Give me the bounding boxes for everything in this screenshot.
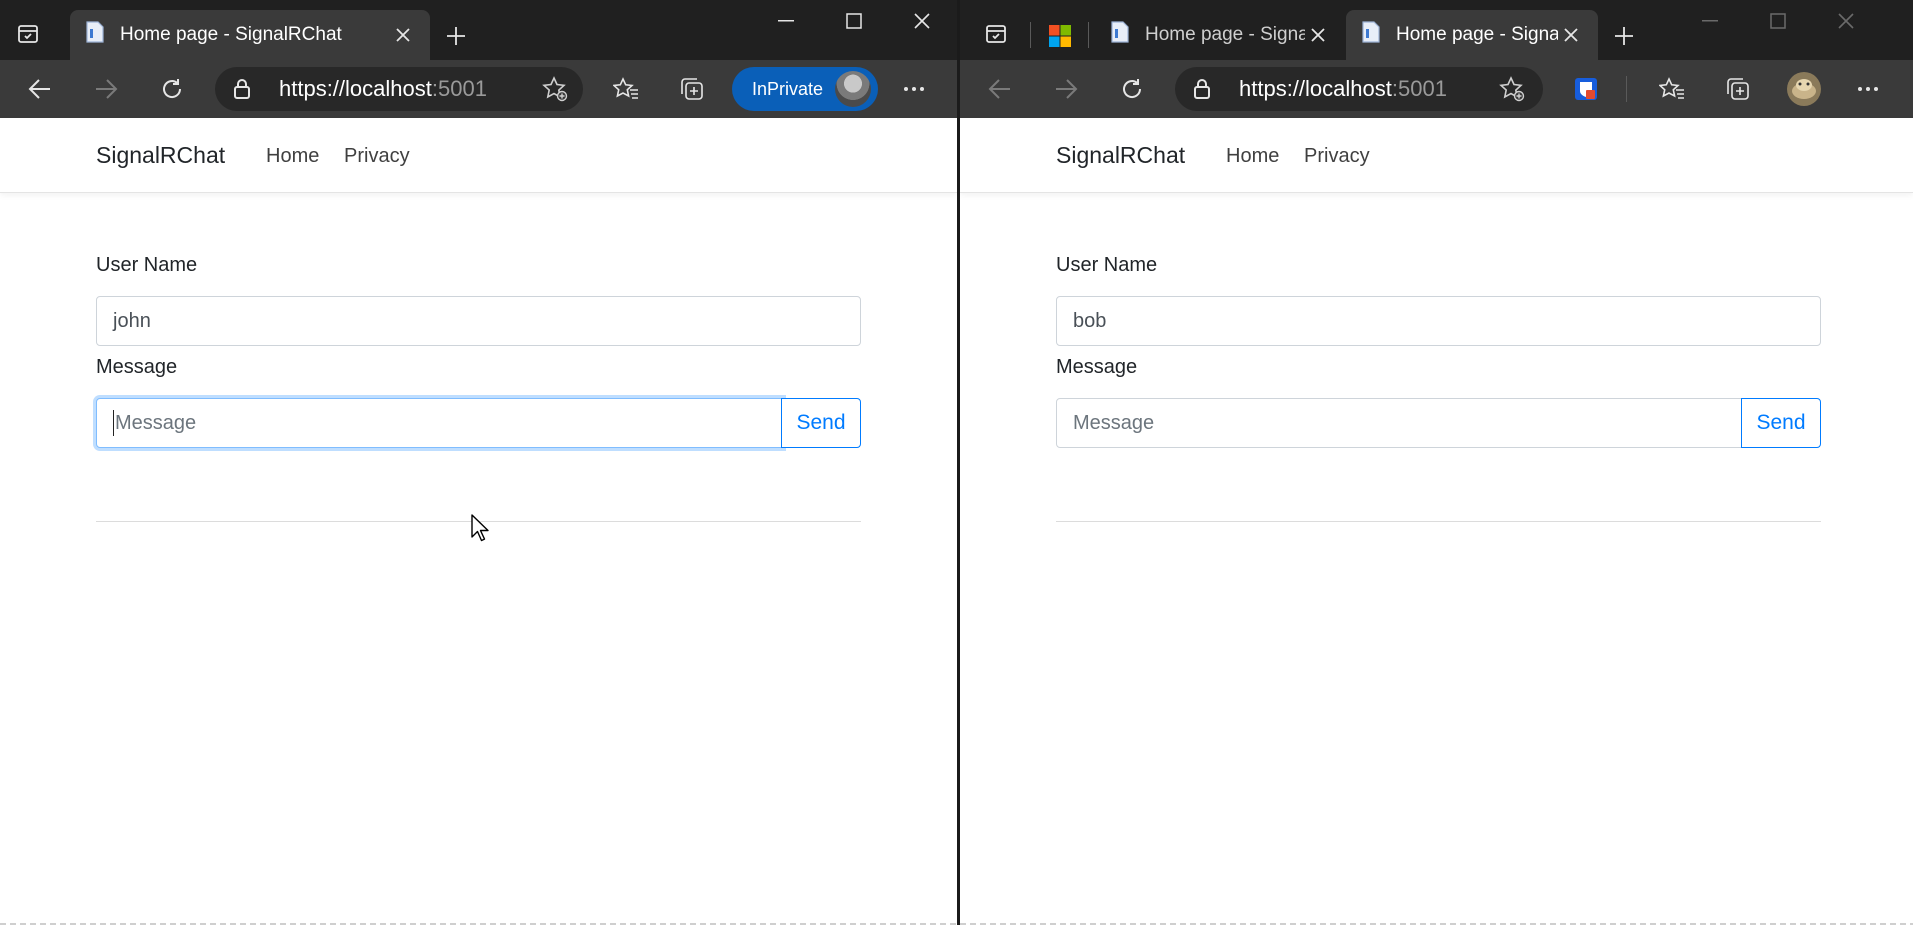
tab-separator: [1030, 22, 1031, 48]
nav-home-link[interactable]: Home: [1226, 145, 1279, 168]
site-brand[interactable]: SignalRChat: [1056, 142, 1185, 169]
user-name-label: User Name: [96, 254, 198, 276]
lock-icon: [233, 78, 263, 100]
url-text: https://localhost:5001: [1239, 76, 1447, 101]
site-navbar: SignalRChat Home Privacy: [0, 118, 957, 193]
site-navbar: SignalRChat Home Privacy: [960, 118, 1913, 193]
refresh-icon[interactable]: [152, 69, 192, 109]
send-button[interactable]: Send: [781, 398, 861, 448]
address-bar[interactable]: https://localhost:5001: [1175, 67, 1543, 111]
site-brand[interactable]: SignalRChat: [96, 142, 225, 169]
toolbar-separator: [1626, 76, 1627, 102]
user-name-value: bob: [1073, 309, 1107, 332]
add-favorite-icon[interactable]: [1492, 69, 1532, 109]
favorites-icon[interactable]: [1652, 69, 1692, 109]
nav-privacy-link[interactable]: Privacy: [1304, 145, 1370, 168]
message-input[interactable]: Message: [96, 398, 783, 448]
favorites-icon[interactable]: [606, 69, 646, 109]
new-tab-icon[interactable]: [438, 18, 474, 54]
message-input[interactable]: Message: [1056, 398, 1743, 448]
forward-icon[interactable]: [1046, 69, 1086, 109]
close-window-icon[interactable]: [888, 0, 956, 42]
message-placeholder: Message: [115, 411, 197, 434]
add-favorite-icon[interactable]: [535, 69, 575, 109]
tab-title: Home page - Signal: [1145, 24, 1305, 45]
tab-title: Home page - SignalRChat: [120, 24, 342, 45]
maximize-icon[interactable]: [820, 0, 888, 42]
toolbar: https://localhost:5001: [960, 60, 1913, 118]
page-favicon-icon: [1109, 20, 1131, 50]
nav-home-link[interactable]: Home: [266, 145, 319, 168]
collections-icon[interactable]: [1718, 69, 1758, 109]
divider-line: [1056, 521, 1821, 522]
more-icon[interactable]: [894, 69, 934, 109]
tab-home-page-1[interactable]: Home page - Signal: [1095, 10, 1345, 60]
tab-actions-icon[interactable]: [8, 14, 48, 54]
more-icon[interactable]: [1848, 69, 1888, 109]
lock-icon: [1193, 78, 1223, 100]
tab-home-page-2[interactable]: Home page - Signa: [1346, 10, 1598, 60]
send-button[interactable]: Send: [1741, 398, 1821, 448]
close-tab-icon[interactable]: [1558, 22, 1584, 48]
back-icon[interactable]: [20, 69, 60, 109]
microsoft-pinned-tab-icon[interactable]: [1040, 18, 1080, 54]
extension-icon[interactable]: [1566, 69, 1606, 109]
message-label: Message: [1056, 356, 1138, 378]
tab-separator: [1088, 22, 1089, 48]
page-favicon-icon: [84, 20, 106, 50]
close-tab-icon[interactable]: [1305, 22, 1331, 48]
text-caret: [113, 410, 114, 436]
address-bar[interactable]: https://localhost:5001: [215, 67, 583, 111]
profile-avatar[interactable]: [1784, 69, 1824, 109]
collections-icon[interactable]: [672, 69, 712, 109]
url-text: https://localhost:5001: [279, 76, 487, 101]
mouse-pointer-icon: [470, 513, 492, 548]
new-tab-icon[interactable]: [1606, 18, 1642, 54]
user-name-label: User Name: [1056, 254, 1158, 276]
maximize-icon[interactable]: [1744, 0, 1812, 42]
tab-strip: Home page - SignalRChat: [0, 0, 957, 60]
inprivate-label: InPrivate: [752, 78, 824, 99]
minimize-icon[interactable]: [1676, 0, 1744, 42]
tab-title: Home page - Signa: [1396, 24, 1558, 45]
user-name-input[interactable]: bob: [1056, 296, 1821, 346]
minimize-icon[interactable]: [752, 0, 820, 42]
back-icon[interactable]: [980, 69, 1020, 109]
close-window-icon[interactable]: [1812, 0, 1880, 42]
user-name-value: john: [113, 309, 151, 332]
page-content: SignalRChat Home Privacy User Name bob M…: [960, 118, 1913, 925]
message-placeholder: Message: [1073, 411, 1155, 434]
tab-home-page[interactable]: Home page - SignalRChat: [70, 10, 430, 60]
refresh-icon[interactable]: [1112, 69, 1152, 109]
nav-privacy-link[interactable]: Privacy: [344, 145, 410, 168]
browser-window-left: Home page - SignalRChat https://localhos…: [0, 0, 957, 925]
avatar: [835, 71, 872, 107]
tab-strip: Home page - Signal Home page - Signa: [960, 0, 1913, 60]
tab-actions-icon[interactable]: [976, 14, 1016, 54]
message-label: Message: [96, 356, 178, 378]
inprivate-button[interactable]: InPrivate: [732, 67, 878, 111]
page-favicon-icon: [1360, 20, 1382, 50]
user-name-input[interactable]: john: [96, 296, 861, 346]
close-tab-icon[interactable]: [390, 22, 416, 48]
browser-window-right: Home page - Signal Home page - Signa htt…: [960, 0, 1913, 925]
toolbar: https://localhost:5001 InPrivate: [0, 60, 957, 118]
forward-icon[interactable]: [86, 69, 126, 109]
